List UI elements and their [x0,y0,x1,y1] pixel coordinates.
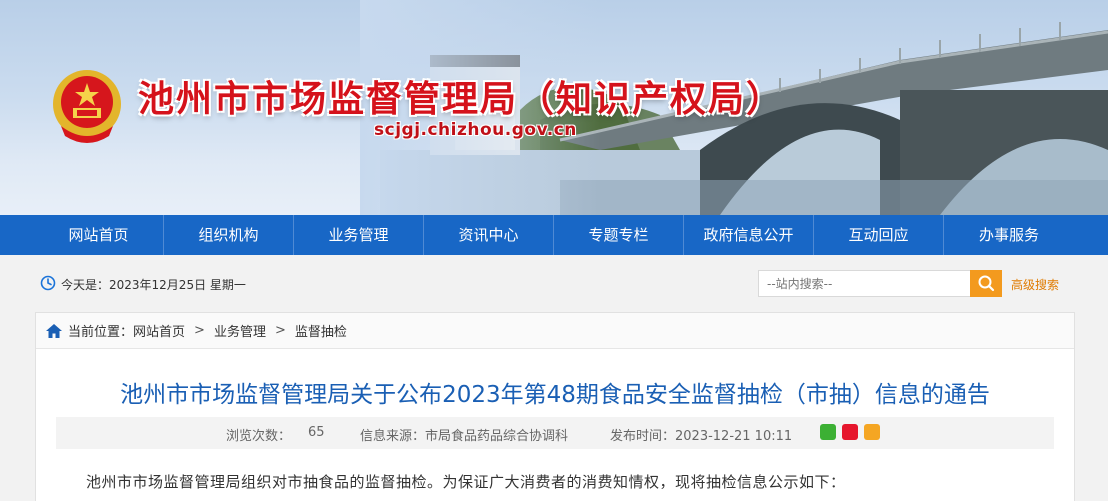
site-banner: 池州市市场监督管理局（知识产权局） scjgj.chizhou.gov.cn [0,0,1108,215]
site-title: 池州市市场监督管理局（知识产权局） [138,79,785,120]
search-button[interactable] [970,270,1002,297]
nav-item-services[interactable]: 办事服务 [944,215,1074,255]
current-date: 今天是：2023年12月25日 星期一 [61,278,246,292]
weibo-share-icon[interactable] [842,424,858,440]
publish-time: 发布时间：2023-12-21 10:11 [610,429,793,444]
site-domain: scjgj.chizhou.gov.cn [374,120,577,140]
views-label: 浏览次数： [226,429,292,444]
nav-item-news[interactable]: 资讯中心 [424,215,554,255]
breadcrumb-business[interactable]: 业务管理 [214,321,266,340]
wechat-share-icon[interactable] [820,424,836,440]
site-search-input[interactable] [758,270,972,297]
search-icon [978,275,995,292]
nav-item-interaction[interactable]: 互动回应 [814,215,944,255]
clock-icon [40,275,56,291]
article-body-text: 池州市市场监督管理局组织对市抽食品的监督抽检。为保证广大消费者的消费知情权，现将… [86,473,846,491]
qzone-share-icon[interactable] [864,424,880,440]
article-meta: 浏览次数： 65 信息来源：市局食品药品综合协调科 发布时间：2023-12-2… [56,417,1054,449]
content-panel: 当前位置： 网站首页 > 业务管理 > 监督抽检 池州市市场监督管理局关于公布2… [35,312,1075,501]
article-title: 池州市市场监督管理局关于公布2023年第48期食品安全监督抽检（市抽）信息的通告 [120,382,990,408]
info-source: 信息来源：市局食品药品综合协调科 [360,429,569,444]
views-count: 65 [308,425,325,440]
breadcrumb: 当前位置： 网站首页 > 业务管理 > 监督抽检 [36,313,1074,349]
home-icon [46,323,62,338]
info-bar: 今天是：2023年12月25日 星期一 高级搜索 [0,255,1108,311]
breadcrumb-label: 当前位置： [68,325,134,340]
breadcrumb-inspection[interactable]: 监督抽检 [295,321,347,340]
breadcrumb-separator: > [274,323,286,338]
nav-item-home[interactable]: 网站首页 [34,215,164,255]
advanced-search-link[interactable]: 高级搜索 [1011,276,1059,293]
national-emblem-icon [53,70,121,143]
main-nav: 网站首页 组织机构 业务管理 资讯中心 专题专栏 政府信息公开 互动回应 办事服… [0,215,1108,255]
nav-item-organization[interactable]: 组织机构 [164,215,294,255]
nav-item-topics[interactable]: 专题专栏 [554,215,684,255]
breadcrumb-separator: > [194,323,205,338]
nav-item-gov-info[interactable]: 政府信息公开 [684,215,814,255]
breadcrumb-home[interactable]: 网站首页 [133,321,185,340]
nav-item-business[interactable]: 业务管理 [294,215,424,255]
